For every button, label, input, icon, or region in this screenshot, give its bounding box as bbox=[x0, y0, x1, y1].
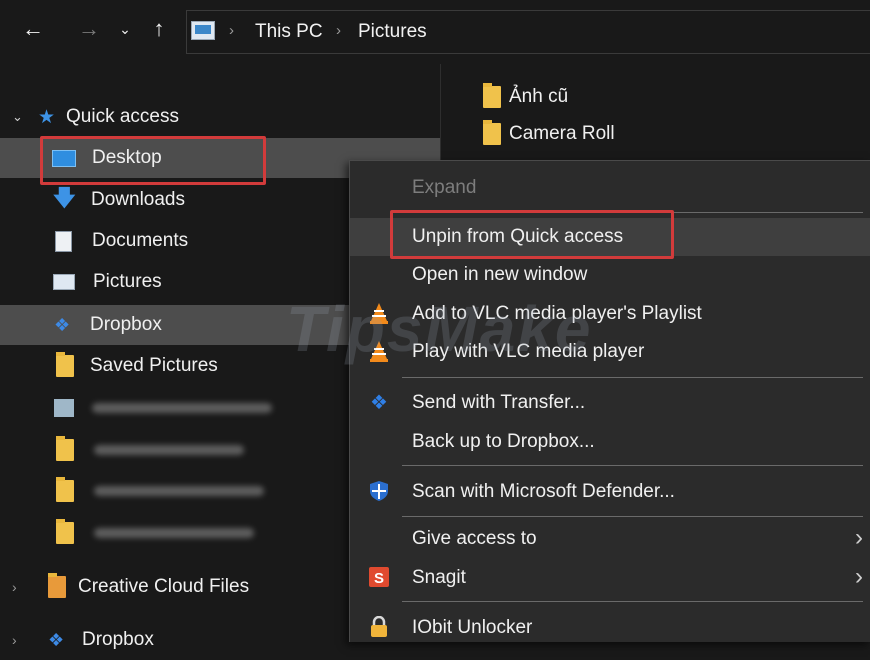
expand-chevron-icon[interactable]: › bbox=[12, 632, 48, 648]
menu-item-label: Add to VLC media player's Playlist bbox=[412, 303, 702, 324]
expand-chevron-icon[interactable]: › bbox=[12, 579, 48, 595]
menu-separator bbox=[402, 377, 863, 378]
dropbox-icon: ❖ bbox=[54, 314, 71, 335]
document-icon bbox=[55, 230, 72, 252]
menu-item-iobit-unlocker[interactable]: IObit Unlocker bbox=[350, 609, 870, 647]
pictures-icon bbox=[53, 274, 75, 290]
pictures-location-icon bbox=[191, 21, 215, 40]
tree-item-label: Saved Pictures bbox=[90, 355, 218, 376]
folder-icon bbox=[56, 519, 74, 544]
file-item[interactable]: Camera Roll bbox=[483, 120, 615, 145]
highlight-unpin-box bbox=[390, 210, 674, 259]
menu-item-back-up-to-dropbox[interactable]: Back up to Dropbox... bbox=[350, 423, 870, 461]
menu-item-add-to-vlc-playlist[interactable]: Add to VLC media player's Playlist bbox=[350, 295, 870, 333]
menu-item-label: Open in new window bbox=[412, 264, 588, 285]
defender-shield-icon bbox=[368, 480, 390, 502]
menu-item-label: Give access to bbox=[412, 528, 537, 549]
tree-item-label: Pictures bbox=[93, 271, 162, 292]
menu-item-scan-with-defender[interactable]: Scan with Microsoft Defender... bbox=[350, 473, 870, 511]
vlc-cone-icon bbox=[368, 340, 390, 362]
synced-folder-icon bbox=[56, 436, 74, 461]
submenu-chevron-icon: › bbox=[855, 524, 863, 551]
blurred-label bbox=[92, 403, 272, 413]
breadcrumb-this-pc[interactable]: This PC bbox=[255, 21, 323, 43]
file-item[interactable]: Ảnh cũ bbox=[483, 83, 569, 108]
dropbox-icon: ❖ bbox=[370, 391, 388, 414]
menu-item-label: Scan with Microsoft Defender... bbox=[412, 481, 675, 502]
menu-item-expand[interactable]: Expand bbox=[350, 169, 870, 207]
menu-separator bbox=[402, 601, 863, 602]
creative-cloud-folder-icon bbox=[48, 573, 66, 598]
tree-item-label: Quick access bbox=[66, 106, 179, 127]
tree-item-label: Creative Cloud Files bbox=[78, 576, 250, 597]
tree-item-label: Downloads bbox=[91, 189, 185, 210]
menu-separator bbox=[402, 465, 863, 466]
blurred-label bbox=[94, 486, 264, 496]
address-bar[interactable]: › This PC › Pictures bbox=[186, 10, 870, 54]
file-item-label: Camera Roll bbox=[509, 123, 615, 144]
network-folder-icon bbox=[54, 399, 74, 417]
breadcrumb-separator-icon: › bbox=[336, 22, 341, 39]
svg-text:S: S bbox=[374, 570, 384, 587]
menu-item-label: Expand bbox=[412, 177, 477, 198]
snagit-icon: S bbox=[368, 566, 390, 588]
blurred-label bbox=[94, 528, 254, 538]
menu-item-label: IObit Unlocker bbox=[412, 617, 533, 638]
menu-item-label: Back up to Dropbox... bbox=[412, 431, 595, 452]
tree-item-quick-access[interactable]: ⌄ ★ Quick access bbox=[0, 97, 440, 137]
menu-item-open-in-new-window[interactable]: Open in new window bbox=[350, 256, 870, 294]
blurred-label bbox=[94, 445, 244, 455]
up-arrow-icon[interactable]: ↑ bbox=[146, 14, 172, 44]
menu-separator bbox=[402, 516, 863, 517]
dropbox-icon: ❖ bbox=[48, 629, 65, 650]
title-toolbar: ← → ⌄ ↑ › This PC › Pictures bbox=[0, 0, 870, 64]
vlc-cone-icon bbox=[368, 302, 390, 324]
lock-icon bbox=[368, 616, 390, 638]
download-arrow-icon: 🡇 bbox=[53, 185, 76, 210]
forward-arrow-icon[interactable]: → bbox=[76, 14, 102, 44]
breadcrumb-separator-icon: › bbox=[229, 22, 234, 39]
file-item-label: Ảnh cũ bbox=[509, 86, 569, 107]
menu-item-give-access-to[interactable]: Give access to › bbox=[350, 520, 870, 558]
menu-item-snagit[interactable]: S Snagit › bbox=[350, 559, 870, 597]
menu-item-label: Play with VLC media player bbox=[412, 341, 645, 362]
expand-chevron-icon[interactable]: ⌄ bbox=[12, 109, 38, 125]
folder-icon bbox=[483, 83, 501, 108]
shared-folder-icon bbox=[56, 477, 74, 502]
menu-item-label: Send with Transfer... bbox=[412, 392, 586, 413]
breadcrumb-pictures[interactable]: Pictures bbox=[358, 21, 427, 43]
submenu-chevron-icon: › bbox=[855, 563, 863, 590]
menu-item-send-with-transfer[interactable]: ❖ Send with Transfer... bbox=[350, 384, 870, 422]
menu-item-play-with-vlc[interactable]: Play with VLC media player bbox=[350, 333, 870, 371]
recent-locations-chevron-icon[interactable]: ⌄ bbox=[112, 14, 138, 44]
star-icon: ★ bbox=[38, 106, 56, 128]
tree-item-label: Documents bbox=[92, 230, 189, 251]
highlight-desktop-box bbox=[40, 136, 266, 185]
tree-item-label: Dropbox bbox=[82, 629, 154, 650]
folder-icon bbox=[56, 352, 74, 377]
back-arrow-icon[interactable]: ← bbox=[20, 14, 46, 44]
menu-item-label: Snagit bbox=[412, 567, 466, 588]
folder-icon bbox=[483, 120, 501, 145]
tree-item-label: Dropbox bbox=[90, 314, 162, 335]
